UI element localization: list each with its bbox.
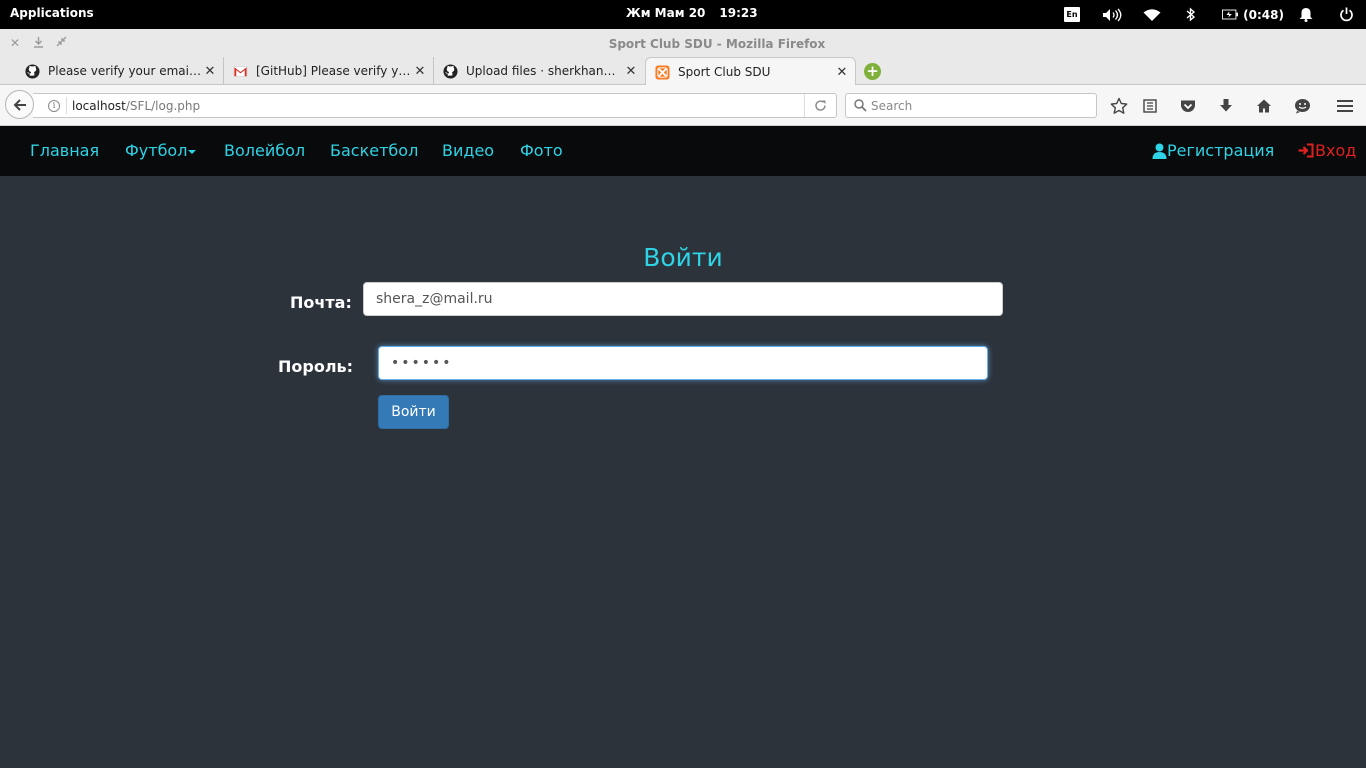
search-input[interactable] <box>871 98 1071 113</box>
back-button[interactable] <box>5 90 34 119</box>
search-icon <box>854 99 867 112</box>
url-text[interactable]: localhost/SFL/log.php <box>72 99 804 113</box>
login-heading: Войти <box>643 243 723 272</box>
email-field[interactable]: shera_z@mail.ru <box>363 282 1003 316</box>
password-label: Пороль: <box>278 357 354 376</box>
tab-close-icon[interactable]: ✕ <box>201 64 219 79</box>
address-bar[interactable]: i localhost/SFL/log.php <box>33 93 837 118</box>
nav-volleyball-link[interactable]: Волейбол <box>224 141 305 160</box>
clock[interactable]: Жм Мам 20 19:23 <box>626 6 772 20</box>
xampp-icon <box>655 64 670 80</box>
bluetooth-icon[interactable] <box>1183 0 1199 29</box>
tab-1[interactable]: Please verify your email ad... ✕ <box>16 57 224 85</box>
tab-label: Sport Club SDU <box>678 65 771 79</box>
github-icon <box>443 63 458 79</box>
notifications-bell-icon[interactable] <box>1296 0 1316 29</box>
github-icon <box>25 63 40 79</box>
login-submit-button[interactable]: Войти <box>378 395 449 429</box>
nav-football-label: Футбол <box>125 141 188 160</box>
site-navbar: Главная Футбол Волейбол Баскетбол Видео … <box>0 126 1366 176</box>
pocket-icon[interactable] <box>1177 95 1199 117</box>
tab-4-active[interactable]: Sport Club SDU ✕ <box>645 57 856 86</box>
tab-close-icon[interactable]: ✕ <box>622 64 640 79</box>
battery-indicator[interactable]: (0:48) <box>1222 0 1284 29</box>
window-titlebar: ✕ Sport Club SDU - Mozilla Firefox <box>0 29 1366 57</box>
time-text: 19:23 <box>719 6 758 20</box>
password-field[interactable]: •••••• <box>378 346 988 380</box>
tab-2[interactable]: [GitHub] Please verify your... ✕ <box>224 57 434 85</box>
tab-close-icon[interactable]: ✕ <box>411 64 429 79</box>
url-host: localhost <box>72 98 126 113</box>
email-label: Почта: <box>290 293 352 312</box>
hello-chat-icon[interactable] <box>1291 95 1313 117</box>
tab-label: [GitHub] Please verify your... <box>256 64 411 78</box>
url-path: /SFL/log.php <box>125 98 201 113</box>
nav-basketball-link[interactable]: Баскетбол <box>330 141 418 160</box>
window-title: Sport Club SDU - Mozilla Firefox <box>608 37 826 51</box>
applications-menu[interactable]: Applications <box>10 6 94 20</box>
tab-strip: Please verify your email ad... ✕ [GitHub… <box>0 57 1366 86</box>
nav-login-link[interactable]: Вход <box>1298 141 1356 160</box>
tab-close-icon[interactable]: ✕ <box>833 65 851 80</box>
log-in-icon <box>1298 143 1314 158</box>
tab-3[interactable]: Upload files · sherkhancrs/... ✕ <box>434 57 644 85</box>
reload-icon[interactable] <box>804 94 836 117</box>
new-tab-plus-icon[interactable]: + <box>864 63 881 80</box>
search-bar[interactable] <box>845 93 1097 118</box>
battery-text: (0:48) <box>1243 7 1284 22</box>
nav-photo-link[interactable]: Фото <box>520 141 563 160</box>
date-text: Жм Мам 20 <box>626 6 706 20</box>
browser-toolbar: i localhost/SFL/log.php <box>0 85 1366 126</box>
site-info-icon[interactable]: i <box>48 99 60 112</box>
nav-home-link[interactable]: Главная <box>30 141 99 160</box>
tab-label: Upload files · sherkhancrs/... <box>466 64 622 78</box>
tab-label: Please verify your email ad... <box>48 64 201 78</box>
divider <box>66 97 67 114</box>
back-arrow-icon <box>13 98 26 111</box>
bookmark-star-icon[interactable] <box>1108 95 1130 117</box>
nav-register-link[interactable]: Регистрация <box>1152 141 1274 160</box>
keyboard-layout-indicator[interactable]: En <box>1063 0 1081 29</box>
nav-login-label: Вход <box>1315 141 1357 160</box>
nav-football-dropdown[interactable]: Футбол <box>125 141 197 160</box>
volume-icon[interactable] <box>1100 0 1124 29</box>
gmail-icon <box>233 66 248 76</box>
downloads-icon[interactable] <box>1215 95 1237 117</box>
power-icon[interactable] <box>1336 0 1356 29</box>
wifi-icon[interactable] <box>1141 0 1163 29</box>
battery-icon <box>1222 9 1239 20</box>
user-icon <box>1152 143 1167 159</box>
bookmarks-menu-icon[interactable] <box>1139 95 1161 117</box>
keyboard-layout-label: En <box>1064 7 1080 22</box>
hamburger-menu-icon[interactable] <box>1334 95 1356 117</box>
nav-video-link[interactable]: Видео <box>442 141 494 160</box>
home-icon[interactable] <box>1253 95 1275 117</box>
nav-register-label: Регистрация <box>1167 141 1275 160</box>
caret-down-icon <box>188 149 197 154</box>
system-top-panel: Applications Жм Мам 20 19:23 En (0:48) <box>0 0 1366 29</box>
